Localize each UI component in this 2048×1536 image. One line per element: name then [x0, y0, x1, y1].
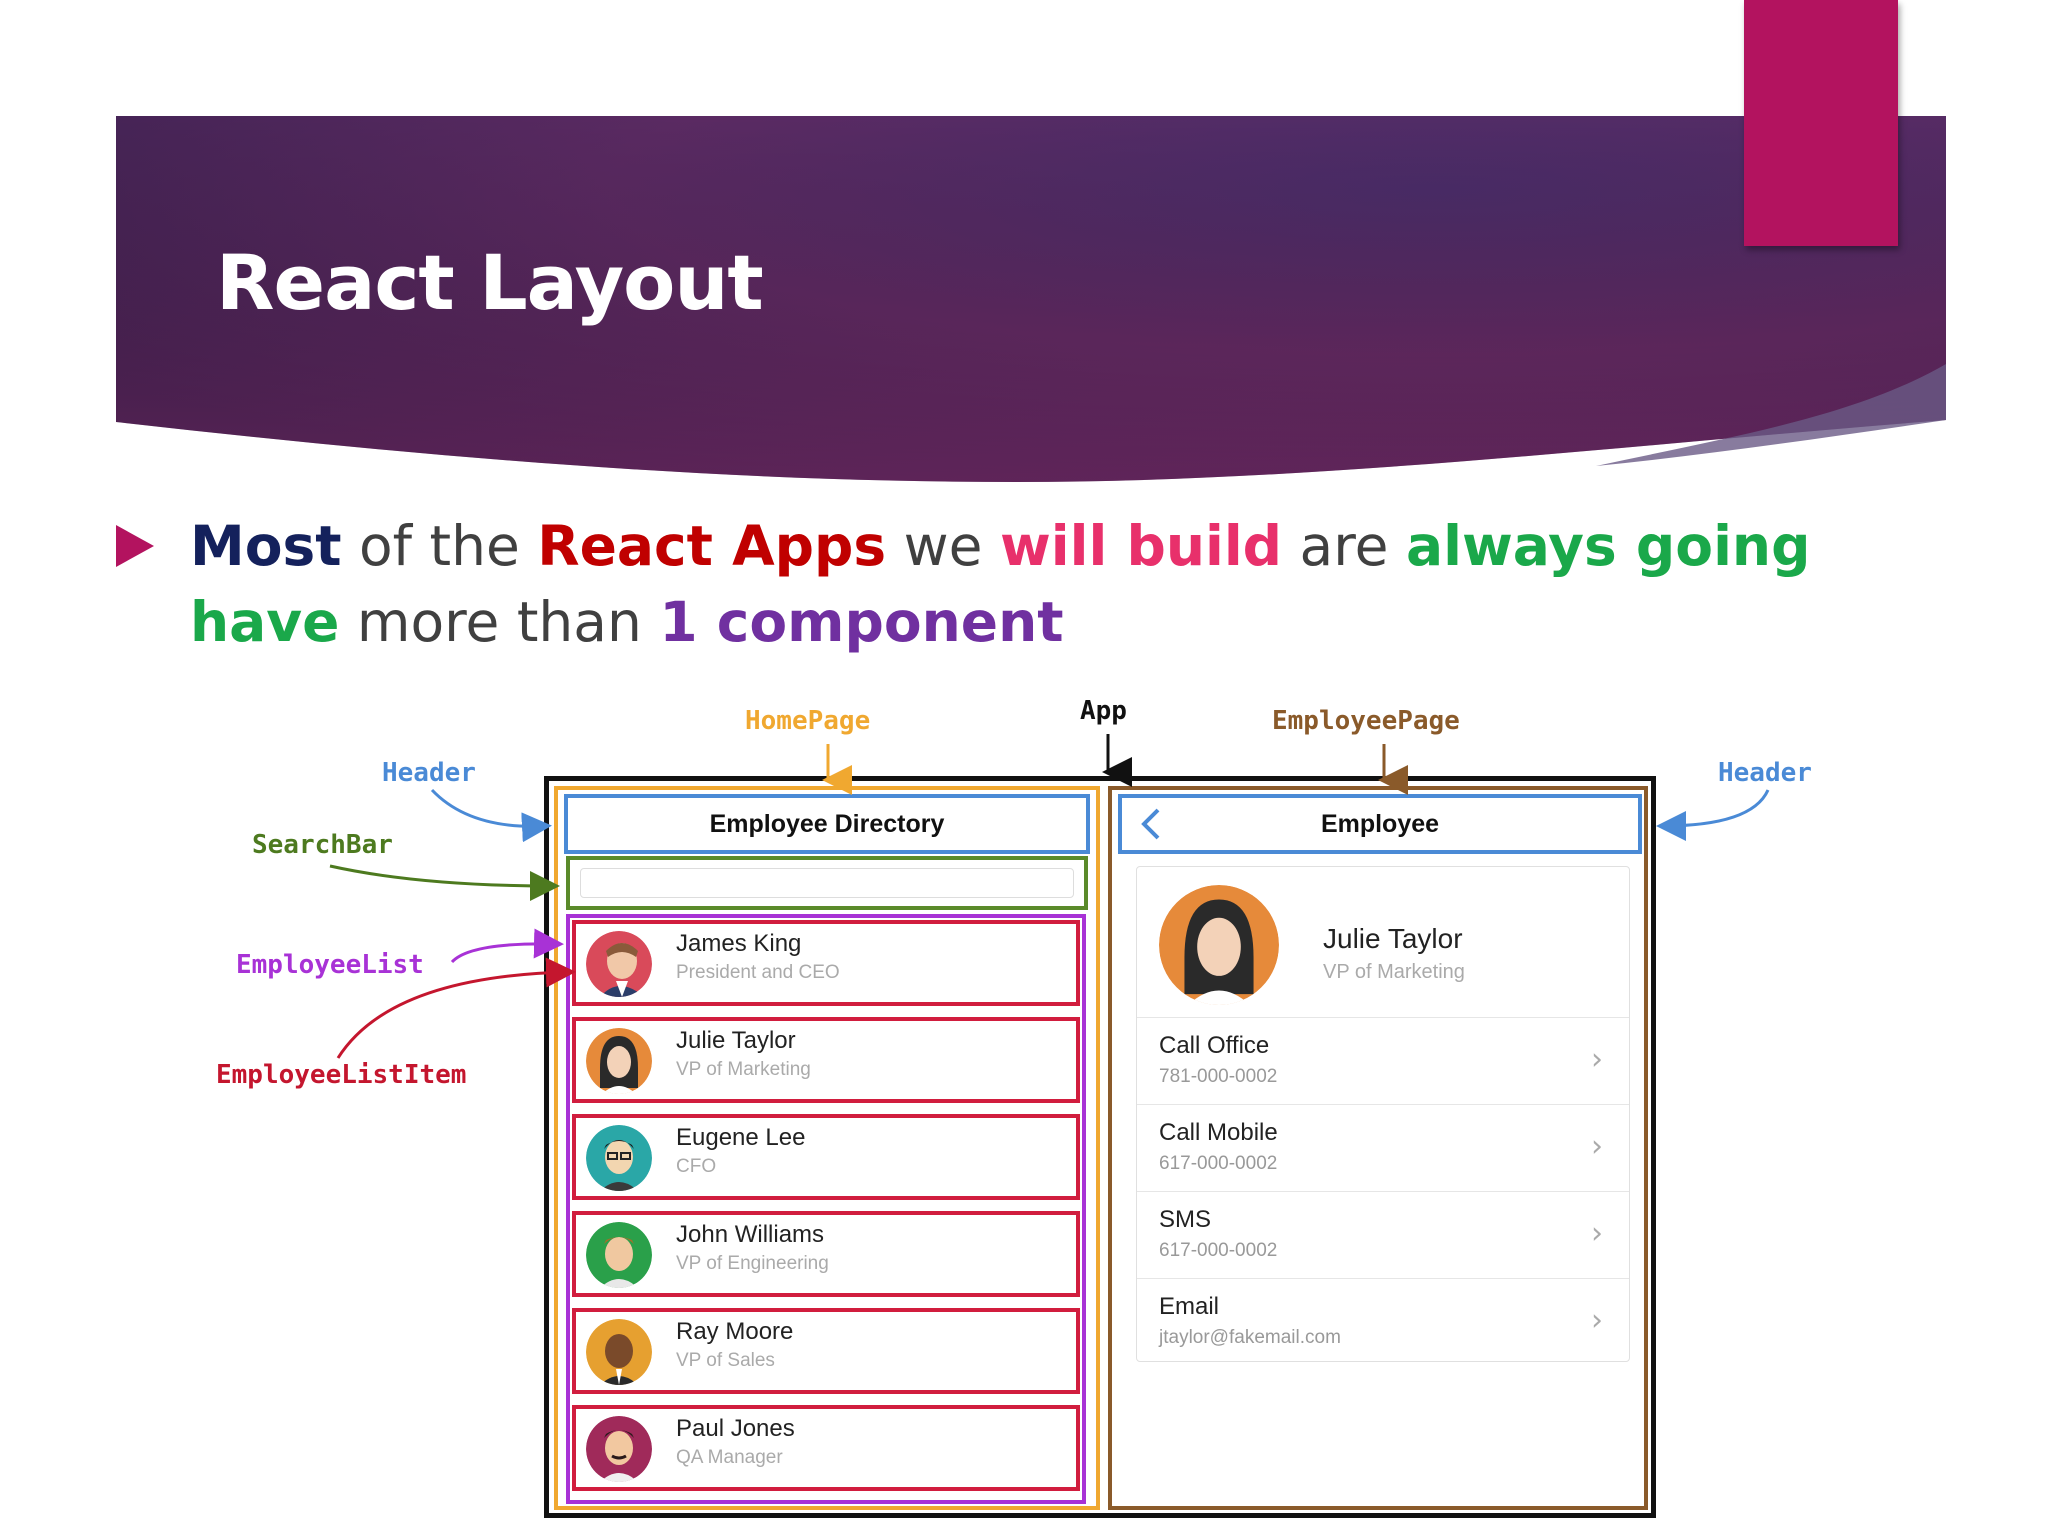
annotation-arrows: [329, 734, 1770, 1059]
